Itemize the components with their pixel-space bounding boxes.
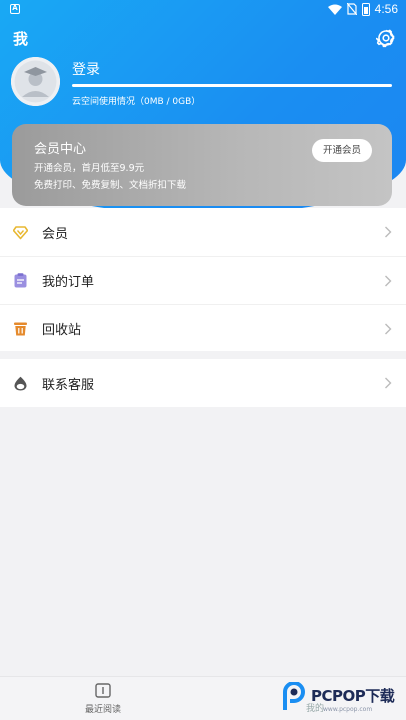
clipboard-icon: [14, 273, 27, 288]
no-sim-icon: [346, 3, 357, 15]
vip-card-title: 会员中心: [34, 142, 87, 157]
menu-item-vip[interactable]: 会员: [0, 208, 406, 256]
menu-group-support: 联系客服: [0, 359, 406, 407]
diamond-icon: [13, 225, 28, 239]
wifi-icon: [327, 4, 342, 15]
status-time: 4:56: [374, 2, 398, 16]
login-button[interactable]: 登录: [72, 59, 100, 79]
vip-card-promo: 开通会员，首月低至9.9元: [34, 163, 145, 174]
menu-group-main: 会员 我的订单 回收站: [0, 208, 406, 351]
menu-item-customer-service[interactable]: 联系客服: [0, 359, 406, 407]
chevron-right-icon: [385, 275, 392, 286]
watermark-text: PCPOP下载: [311, 687, 395, 705]
customer-service-icon: [14, 376, 27, 390]
chevron-right-icon: [385, 323, 392, 334]
open-vip-button[interactable]: 开通会员: [312, 139, 372, 162]
storage-usage-bar: [72, 84, 392, 87]
notification-icon: A: [10, 4, 20, 14]
default-avatar-icon: [11, 57, 60, 106]
storage-usage-text: 云空间使用情况（0MB / 0GB）: [72, 97, 201, 107]
page-title: 我: [13, 30, 29, 48]
pcpop-logo-icon: [283, 682, 305, 710]
menu-item-orders[interactable]: 我的订单: [0, 256, 406, 304]
gear-icon[interactable]: [376, 28, 396, 48]
vip-center-card[interactable]: 会员中心 开通会员，首月低至9.9元 免费打印、免费复制、文档折扣下载 开通会员: [12, 124, 392, 206]
status-icons: 4:56: [327, 2, 398, 16]
chevron-right-icon: [385, 377, 392, 389]
nav-item-recent[interactable]: 最近阅读: [78, 683, 128, 715]
chevron-right-icon: [385, 226, 392, 238]
menu-item-label: 联系客服: [42, 377, 95, 393]
nav-item-label: 最近阅读: [84, 705, 121, 715]
status-bar: A 4:56: [0, 0, 406, 20]
menu-item-label: 会员: [42, 226, 69, 242]
watermark-url: www.pcpop.com: [323, 706, 373, 713]
avatar[interactable]: [11, 57, 60, 106]
menu-item-label: 回收站: [42, 323, 82, 338]
book-icon: [95, 683, 111, 698]
battery-icon: [361, 2, 370, 16]
menu-item-label: 我的订单: [42, 275, 95, 290]
trash-icon: [14, 322, 27, 336]
vip-card-benefits: 免费打印、免费复制、文档折扣下载: [34, 180, 187, 191]
menu-item-recycle-bin[interactable]: 回收站: [0, 304, 406, 352]
watermark: PCPOP下载 www.pcpop.com: [281, 682, 403, 718]
